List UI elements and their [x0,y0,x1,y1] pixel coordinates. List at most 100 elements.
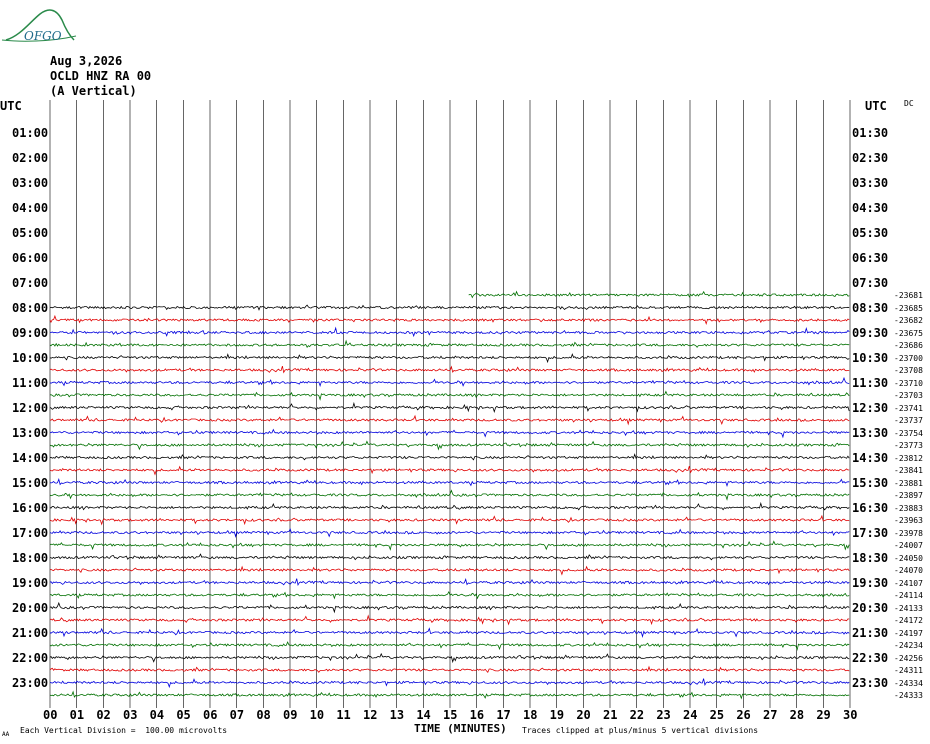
footer-division: Each Vertical Division = 100.00 microvol… [20,726,228,735]
x-tick-label: 08 [256,708,271,722]
left-time-label: 15:00 [12,475,49,490]
x-tick-label: 14 [416,708,431,722]
dc-offset-label: -23881 [894,478,923,488]
dc-offset-label: -24172 [894,616,923,625]
left-time-label: 13:00 [12,425,49,440]
left-time-label: 12:00 [12,400,49,415]
dc-offset-label: -23978 [894,528,923,538]
right-time-label: 18:30 [852,550,889,565]
x-tick-label: 03 [123,708,138,722]
seismic-trace [49,304,850,311]
x-tick-label: 11 [336,708,351,722]
right-time-label: 20:30 [852,600,889,615]
left-time-label: 03:00 [12,175,49,190]
dc-offset-label: -24050 [894,553,923,563]
left-time-label: 10:00 [12,350,49,365]
right-time-label: 10:30 [852,350,889,365]
seismic-trace [49,465,850,476]
right-time-label: 03:30 [852,175,889,190]
left-time-label: 17:00 [12,525,49,540]
left-time-label: 19:00 [12,575,49,590]
footer-corner: AA [2,731,10,738]
right-time-label: 11:30 [852,375,889,390]
right-time-label: 15:30 [852,475,889,490]
x-tick-label: 27 [763,708,778,722]
seismic-trace [468,290,850,299]
dc-offset-label: -23897 [894,491,923,500]
seismic-trace [50,326,850,338]
x-tick-label: 25 [709,708,725,722]
seismic-trace [49,601,850,614]
left-time-label: 07:00 [12,275,49,290]
dc-offset-label: -24070 [894,566,923,575]
right-time-label: 02:30 [852,150,889,165]
logo-text: OFGO [24,29,62,43]
right-time-label: 04:30 [852,200,889,215]
dc-offset-label: -24107 [894,578,923,588]
x-axis-label: TIME (MINUTES) [414,722,507,735]
dc-offset-label: -23773 [894,441,923,450]
seismic-trace [49,453,850,461]
x-tick-label: 28 [789,708,805,722]
left-time-label: 18:00 [12,550,49,565]
left-time-label: 08:00 [12,300,49,315]
seismic-trace [49,339,850,349]
left-time-label: 06:00 [12,250,49,265]
seismic-trace [49,477,850,487]
x-tick-label: 19 [549,708,565,722]
dc-label: DC [904,99,914,108]
right-time-label: 16:30 [852,500,889,515]
x-tick-label: 07 [229,708,245,722]
dc-offset-label: -23812 [894,453,923,463]
right-time-label: 12:30 [852,400,889,415]
seismic-trace [49,376,850,387]
seismic-trace [49,614,850,626]
plot-component: (A Vertical) [50,84,137,98]
right-time-label: 05:30 [852,225,889,240]
seismic-trace [49,414,850,426]
left-time-label: 02:00 [12,150,49,165]
dc-offset-label: -23708 [894,366,923,375]
dc-offset-label: -23710 [894,378,923,388]
x-tick-label: 01 [69,708,85,722]
seismic-trace [49,440,850,451]
left-time-label: 23:00 [12,675,49,690]
left-time-label: 01:00 [12,125,49,140]
left-time-label: 21:00 [12,625,49,640]
minute-grid [49,100,851,708]
seismic-trace [49,489,850,501]
left-time-label: 11:00 [12,375,49,390]
x-tick-label: 21 [603,708,618,722]
x-tick-label: 13 [389,708,405,722]
x-tick-label: 29 [816,708,831,722]
left-time-label: 22:00 [12,650,49,665]
seismic-trace [49,678,850,689]
seismic-trace [49,690,850,700]
dc-offset-label: -23754 [894,428,923,438]
dc-offset-label: -24114 [894,591,923,600]
x-tick-label: 20 [576,708,591,722]
x-tick-label: 24 [683,708,698,722]
plot-station: OCLD HNZ RA 00 [50,69,152,83]
dc-offset-label: -23682 [894,316,923,325]
dc-offset-label: -24007 [894,541,923,550]
x-tick-label: 16 [469,708,485,722]
utc-right-label: UTC [865,99,887,113]
right-time-label: 21:30 [852,625,889,640]
seismic-trace [49,577,850,586]
dc-offset-label: -23681 [894,291,923,300]
right-time-label: 14:30 [852,450,889,465]
x-tick-label: 26 [736,708,751,722]
seismogram-plot: OFGO [1,9,851,708]
x-tick-label: 06 [203,708,218,722]
right-time-label: 08:30 [852,300,889,315]
right-time-label: 01:30 [852,125,889,140]
left-time-label: 16:00 [12,500,49,515]
right-time-label: 17:30 [852,525,889,540]
dc-offset-label: -23703 [894,391,923,400]
x-tick-label: 12 [363,708,378,722]
seismic-trace [49,553,850,561]
dc-offset-label: -24256 [894,653,923,663]
right-time-label: 19:30 [852,575,889,590]
seismic-trace [49,652,850,664]
